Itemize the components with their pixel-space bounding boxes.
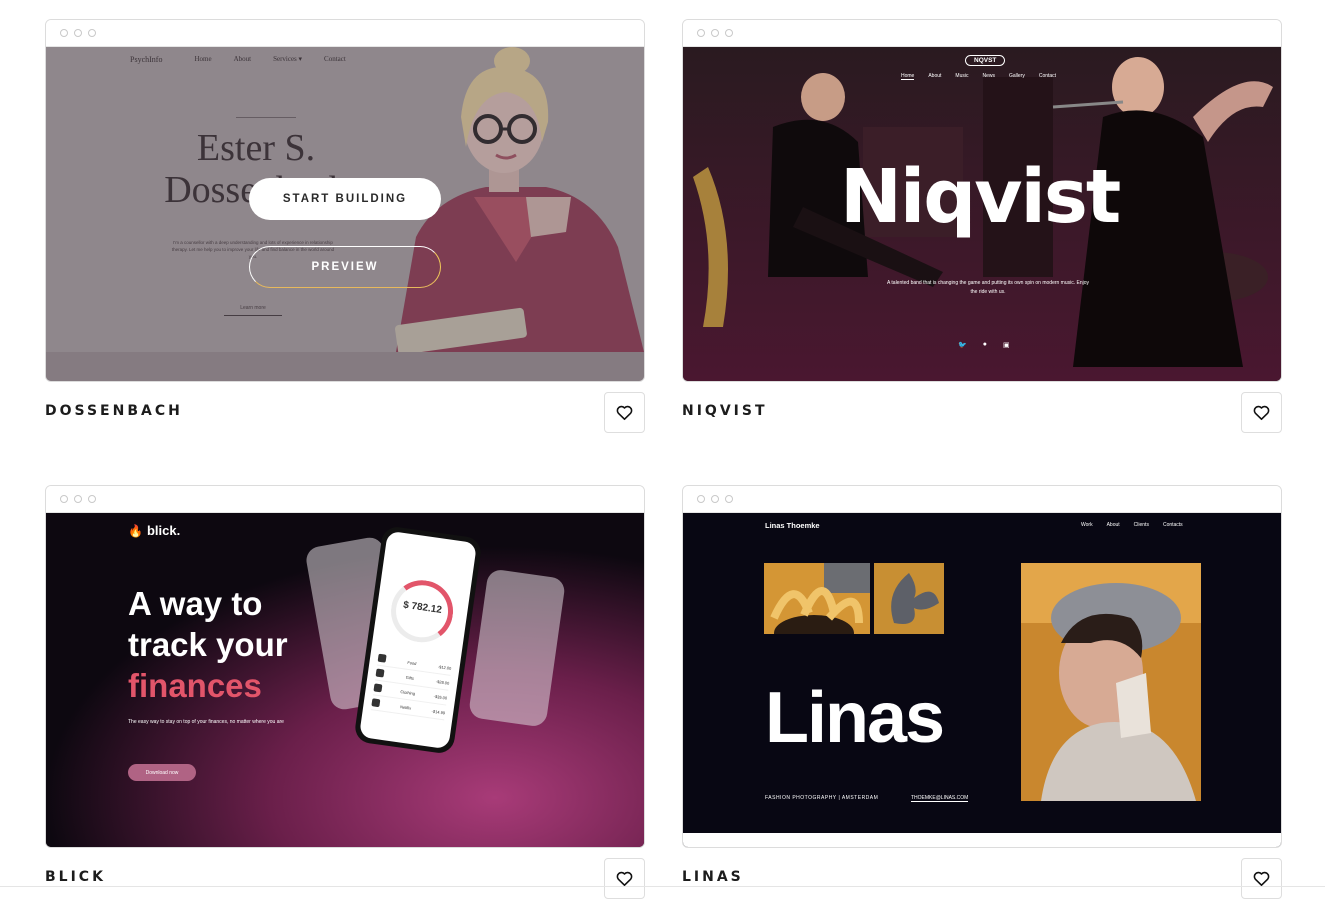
preview-nav-item: News <box>982 73 995 79</box>
template-name: LINAS <box>682 869 744 885</box>
window-dot-icon <box>725 29 733 37</box>
preview-heading: A way to track your finances <box>128 583 288 706</box>
preview-heading: Linas <box>765 678 945 758</box>
page-divider <box>0 886 1325 887</box>
window-dot-icon <box>60 29 68 37</box>
heart-icon <box>1253 405 1270 421</box>
template-card-blick[interactable]: 🔥 blick. A way to track your finances Th… <box>45 485 645 908</box>
browser-chrome <box>683 486 1281 513</box>
preview-nav: Work About Clients Contacts <box>1081 522 1183 528</box>
preview-caption: FASHION PHOTOGRAPHY | AMSTERDAM <box>765 795 879 801</box>
template-card-linas[interactable]: Linas Thoemke Work About Clients Contact… <box>682 485 1282 908</box>
browser-chrome <box>46 20 644 47</box>
favorite-button[interactable] <box>1241 858 1282 899</box>
preview-heading: Niqvist <box>840 154 1121 240</box>
preview-email: THOEMKE@LINAS.COM <box>911 795 969 802</box>
preview-nav-item: About <box>1106 522 1120 528</box>
preview-nav-item: Gallery <box>1009 73 1025 79</box>
preview-nav-item: Contacts <box>1162 522 1183 528</box>
instagram-icon: ▣ <box>1002 342 1010 349</box>
browser-chrome <box>46 486 644 513</box>
preview-tagline: A talented band that is changing the gam… <box>886 280 1090 295</box>
card-footer: DOSSENBACH <box>45 382 645 442</box>
preview-bottom-strip <box>683 833 1281 847</box>
template-name: NIQVIST <box>682 403 768 419</box>
preview-heading-line: track your <box>128 626 288 663</box>
window-dot-icon <box>697 29 705 37</box>
window-dot-icon <box>74 495 82 503</box>
preview-cta-button: Download now <box>128 764 196 781</box>
card-footer: LINAS <box>682 848 1282 908</box>
preview-heading-line: A way to <box>128 585 263 622</box>
transaction-label: Clothing <box>400 688 416 696</box>
favorite-button[interactable] <box>1241 392 1282 433</box>
preview-button[interactable]: PREVIEW <box>249 246 441 288</box>
window-dot-icon <box>60 495 68 503</box>
card-footer: BLICK <box>45 848 645 908</box>
gift-icon <box>375 668 385 678</box>
transaction-label: Food <box>407 659 417 666</box>
favorite-button[interactable] <box>604 858 645 899</box>
social-links: 🐦 ● ▣ <box>958 341 1010 349</box>
template-screenshot: Linas Thoemke Work About Clients Contact… <box>683 513 1281 847</box>
preview-nav-item: Contact <box>1038 73 1057 79</box>
preview-nav-item: Clients <box>1133 522 1149 528</box>
shirt-icon <box>373 683 383 693</box>
preview-nav-item: About <box>928 73 942 79</box>
card-footer: NIQVIST <box>682 382 1282 442</box>
template-card-dossenbach[interactable]: PsychInfo Home About Services ▾ Contact … <box>45 19 645 442</box>
food-icon <box>377 653 387 663</box>
template-screenshot: PsychInfo Home About Services ▾ Contact … <box>46 47 644 381</box>
window-dot-icon <box>88 29 96 37</box>
template-screenshot: NQVST Home About Music News Gallery Cont… <box>683 47 1281 381</box>
template-preview-frame[interactable]: NQVST Home About Music News Gallery Cont… <box>682 19 1282 382</box>
facebook-icon: ● <box>982 341 987 348</box>
preview-logo-badge: NQVST <box>965 55 1006 66</box>
netflix-icon <box>371 698 381 708</box>
template-screenshot: 🔥 blick. A way to track your finances Th… <box>46 513 644 847</box>
window-dot-icon <box>697 495 705 503</box>
window-dot-icon <box>711 495 719 503</box>
flower-photo <box>764 563 870 634</box>
transaction-value: -$28.00 <box>435 678 450 686</box>
preview-heading-accent: finances <box>128 667 262 704</box>
preview-nav-item: Work <box>1081 522 1093 528</box>
template-card-niqvist[interactable]: NQVST Home About Music News Gallery Cont… <box>682 19 1282 442</box>
leaf-photo <box>874 563 944 634</box>
heart-icon <box>616 405 633 421</box>
start-building-button[interactable]: START BUILDING <box>249 178 441 220</box>
portrait-photo <box>1021 563 1201 801</box>
template-preview-frame[interactable]: 🔥 blick. A way to track your finances Th… <box>45 485 645 848</box>
transaction-label: Gifts <box>405 674 415 681</box>
favorite-button[interactable] <box>604 392 645 433</box>
template-preview-frame[interactable]: PsychInfo Home About Services ▾ Contact … <box>45 19 645 382</box>
preview-nav-item: Music <box>955 73 969 79</box>
preview-logo-text: blick. <box>146 523 181 538</box>
preview-logo: Linas Thoemke <box>765 521 820 530</box>
phone-transactions: Food -$12.00 Gifts -$28.00 Clothing -$35.00… <box>370 650 453 721</box>
transaction-value: -$12.00 <box>437 663 452 671</box>
preview-logo: 🔥 blick. <box>128 523 180 538</box>
preview-nav: Home About Music News Gallery Contact <box>901 73 1056 80</box>
template-preview-frame[interactable]: Linas Thoemke Work About Clients Contact… <box>682 485 1282 848</box>
browser-chrome <box>683 20 1281 47</box>
preview-subtitle: The easy way to stay on top of your fina… <box>128 719 284 725</box>
window-dot-icon <box>711 29 719 37</box>
template-name: DOSSENBACH <box>45 403 183 419</box>
template-name: BLICK <box>45 869 106 885</box>
preview-nav-item: Home <box>901 73 915 80</box>
twitter-icon: 🐦 <box>958 342 967 349</box>
window-dot-icon <box>74 29 82 37</box>
window-dot-icon <box>725 495 733 503</box>
transaction-value: -$14.99 <box>431 708 446 715</box>
transaction-value: -$35.00 <box>433 693 448 701</box>
window-dot-icon <box>88 495 96 503</box>
flame-icon: 🔥 <box>128 523 143 538</box>
transaction-label: Netflix <box>399 703 412 711</box>
